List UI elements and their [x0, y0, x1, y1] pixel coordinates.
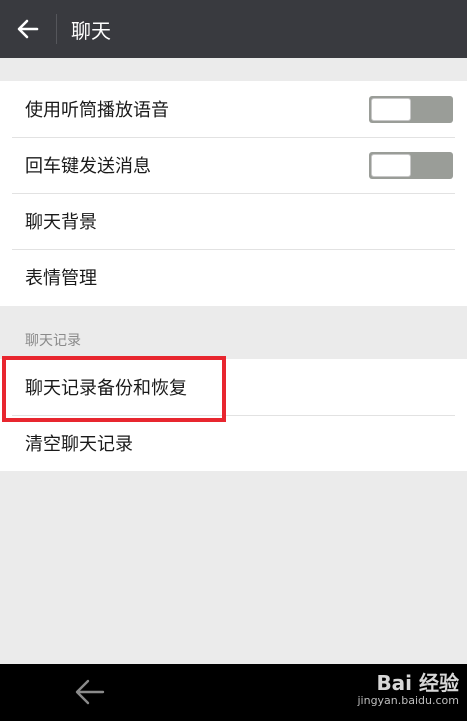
section-header-chat-history: 聊天记录: [25, 333, 81, 349]
header-divider: [56, 14, 57, 44]
page-title: 聊天: [71, 18, 111, 43]
row-label: 清空聊天记录: [25, 434, 133, 455]
top-bar: 聊天: [0, 0, 467, 58]
row-label: 聊天记录备份和恢复: [25, 378, 187, 399]
nav-back-button[interactable]: [72, 676, 108, 708]
row-clear-history[interactable]: 清空聊天记录: [0, 415, 467, 471]
enter-to-send-toggle[interactable]: [369, 152, 453, 179]
row-label: 使用听筒播放语音: [25, 100, 169, 121]
row-label: 回车键发送消息: [25, 156, 151, 177]
row-label: 聊天背景: [25, 212, 97, 233]
toggle-knob: [371, 154, 411, 177]
back-arrow-icon: [17, 19, 39, 39]
chat-settings-screen: 聊天 使用听筒播放语音 回车键发送消息 聊天背景 表情管理 聊天记录 聊天记录备…: [0, 0, 467, 721]
row-sticker-management[interactable]: 表情管理: [0, 249, 467, 305]
row-backup-restore[interactable]: 聊天记录备份和恢复: [0, 359, 467, 415]
watermark-logo-text: Bai 经验: [376, 671, 459, 695]
nav-back-arrow-icon: [75, 679, 105, 705]
baidu-jingyan-watermark: Bai 经验 jingyan.baidu.com: [357, 672, 459, 708]
watermark-url: jingyan.baidu.com: [357, 694, 459, 707]
row-chat-background[interactable]: 聊天背景: [0, 193, 467, 249]
settings-group-general: 使用听筒播放语音 回车键发送消息 聊天背景 表情管理: [0, 81, 467, 306]
row-earpiece-playback[interactable]: 使用听筒播放语音: [0, 81, 467, 137]
toggle-knob: [371, 98, 411, 121]
row-label: 表情管理: [25, 268, 97, 289]
settings-group-chat-history: 聊天记录备份和恢复 清空聊天记录: [0, 359, 467, 471]
row-enter-to-send[interactable]: 回车键发送消息: [0, 137, 467, 193]
earpiece-playback-toggle[interactable]: [369, 96, 453, 123]
back-button[interactable]: [0, 0, 56, 58]
